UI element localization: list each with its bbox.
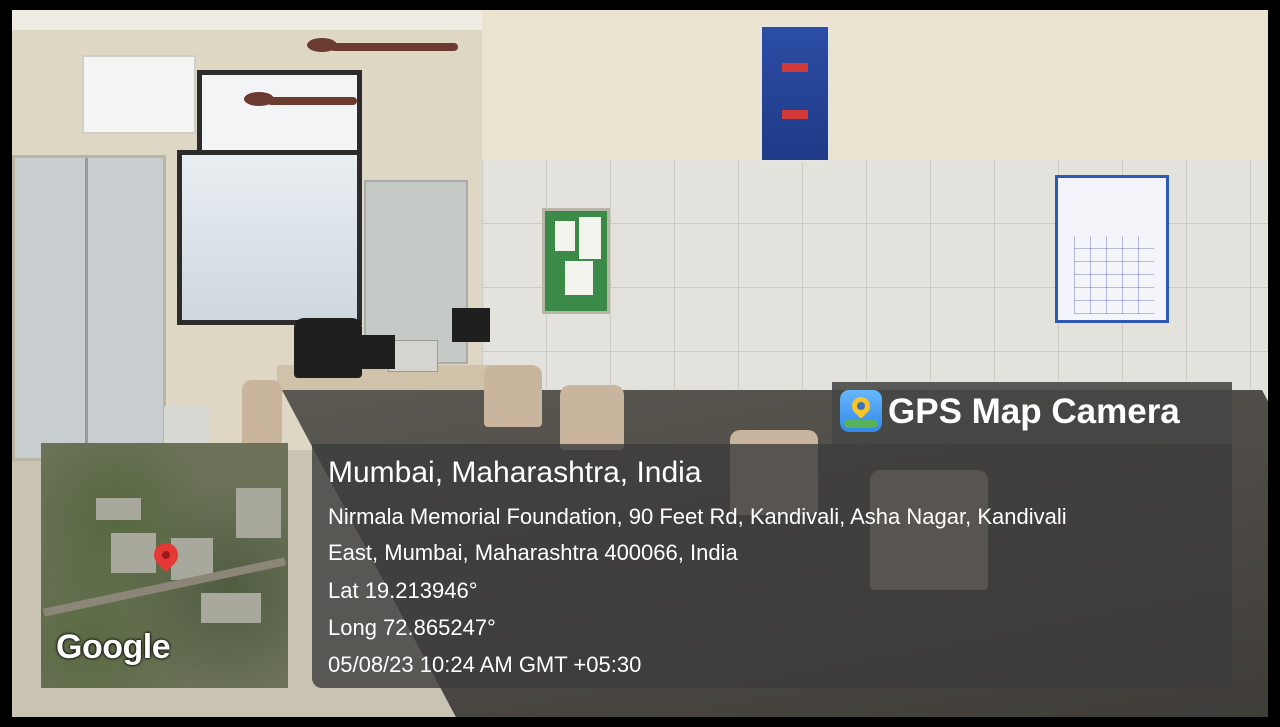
location-pin-glyph [848,393,874,419]
notice-paper [555,221,575,251]
address-line-2: East, Mumbai, Maharashtra 400066, India [328,540,738,565]
grass-glyph [844,420,878,428]
fan-blade [267,97,357,105]
wall-calendar [1055,175,1169,323]
window [177,150,362,325]
poster-stripe [782,63,808,72]
google-logo: Google [56,628,171,666]
address-line-1: Nirmala Memorial Foundation, 90 Feet Rd,… [328,504,1067,529]
app-title: GPS Map Camera [888,392,1180,431]
fan-blade [330,43,458,51]
monitor [452,308,490,342]
latitude: Lat 19.213946° [328,578,478,603]
map-building [201,593,261,623]
calendar-grid [1074,236,1154,314]
air-conditioner [82,55,196,134]
printer [388,340,438,372]
place-name: Mumbai, Maharashtra, India [328,456,702,489]
office-chair [294,318,362,378]
gps-map-camera-icon [840,390,882,432]
map-building [96,498,141,520]
timestamp: 05/08/23 10:24 AM GMT +05:30 [328,652,642,677]
cupboard [12,155,166,461]
notice-paper [565,261,593,295]
map-building [111,533,156,573]
longitude: Long 72.865247° [328,615,496,640]
monitor [357,335,395,369]
chair [484,365,542,427]
dustbin [164,405,209,445]
chair [560,385,624,450]
screenshot-frame: Google GPS Map Camera Mumbai, Maharashtr… [0,0,1280,727]
vision-mission-poster [760,25,830,162]
notice-paper [579,217,601,259]
notice-board [542,208,610,314]
map-building [236,488,281,538]
poster-stripe [782,110,808,119]
chair [242,380,282,450]
upper-window [197,70,362,155]
